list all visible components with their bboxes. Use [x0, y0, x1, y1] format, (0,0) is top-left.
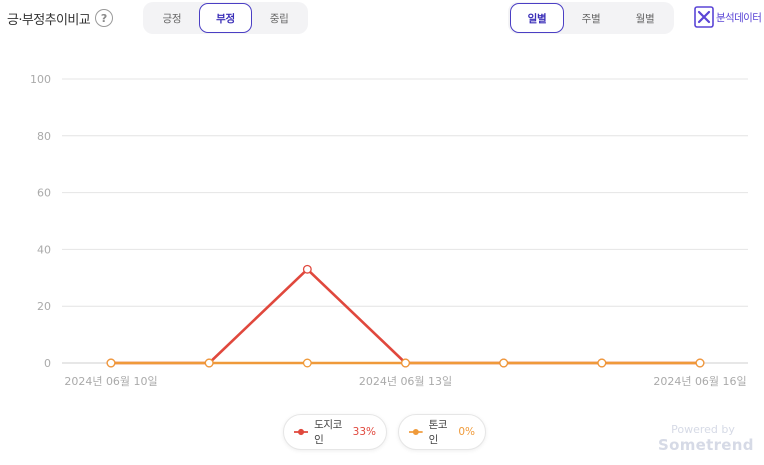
data-point-doge — [302, 264, 312, 274]
line-chart: 0 20 40 60 80 100 2024년 06월 10일 2024년 06월 13일 2… — [30, 73, 748, 388]
legend-percent-doge: 33% — [352, 426, 376, 438]
data-point-ton — [204, 358, 214, 368]
x-tick-label: 2024년 06월 10일 — [64, 374, 157, 388]
data-point-ton — [499, 358, 509, 368]
legend-item-doge[interactable]: 도지코인 33% — [283, 414, 387, 450]
data-point-ton — [695, 358, 705, 368]
data-point-ton — [106, 358, 116, 368]
y-tick-label: 80 — [37, 130, 51, 143]
data-point-ton — [401, 358, 410, 368]
legend-label-doge: 도지코인 — [314, 419, 342, 446]
y-tick-label: 0 — [44, 357, 51, 370]
legend-item-ton[interactable]: 톤코인 0% — [398, 414, 486, 450]
legend-percent-ton: 0% — [458, 426, 475, 438]
series-line-doge — [111, 267, 700, 365]
brand-logo-text: Sometrend — [658, 436, 754, 454]
y-tick-label: 100 — [30, 73, 51, 86]
data-point-ton — [597, 358, 607, 368]
y-tick-label: 60 — [37, 187, 51, 200]
x-tick-label: 2024년 06월 16일 — [653, 374, 746, 388]
legend-label-ton: 톤코인 — [428, 419, 448, 446]
y-tick-label: 20 — [37, 300, 51, 313]
y-tick-label: 40 — [37, 243, 51, 256]
x-tick-label: 2024년 06월 13일 — [359, 374, 452, 388]
powered-by-logo: Powered by Sometrend — [658, 423, 754, 454]
data-point-ton — [302, 358, 312, 368]
legend-marker-ton — [409, 429, 423, 435]
powered-by-text: Powered by — [671, 423, 735, 436]
legend-marker-doge — [294, 428, 309, 436]
